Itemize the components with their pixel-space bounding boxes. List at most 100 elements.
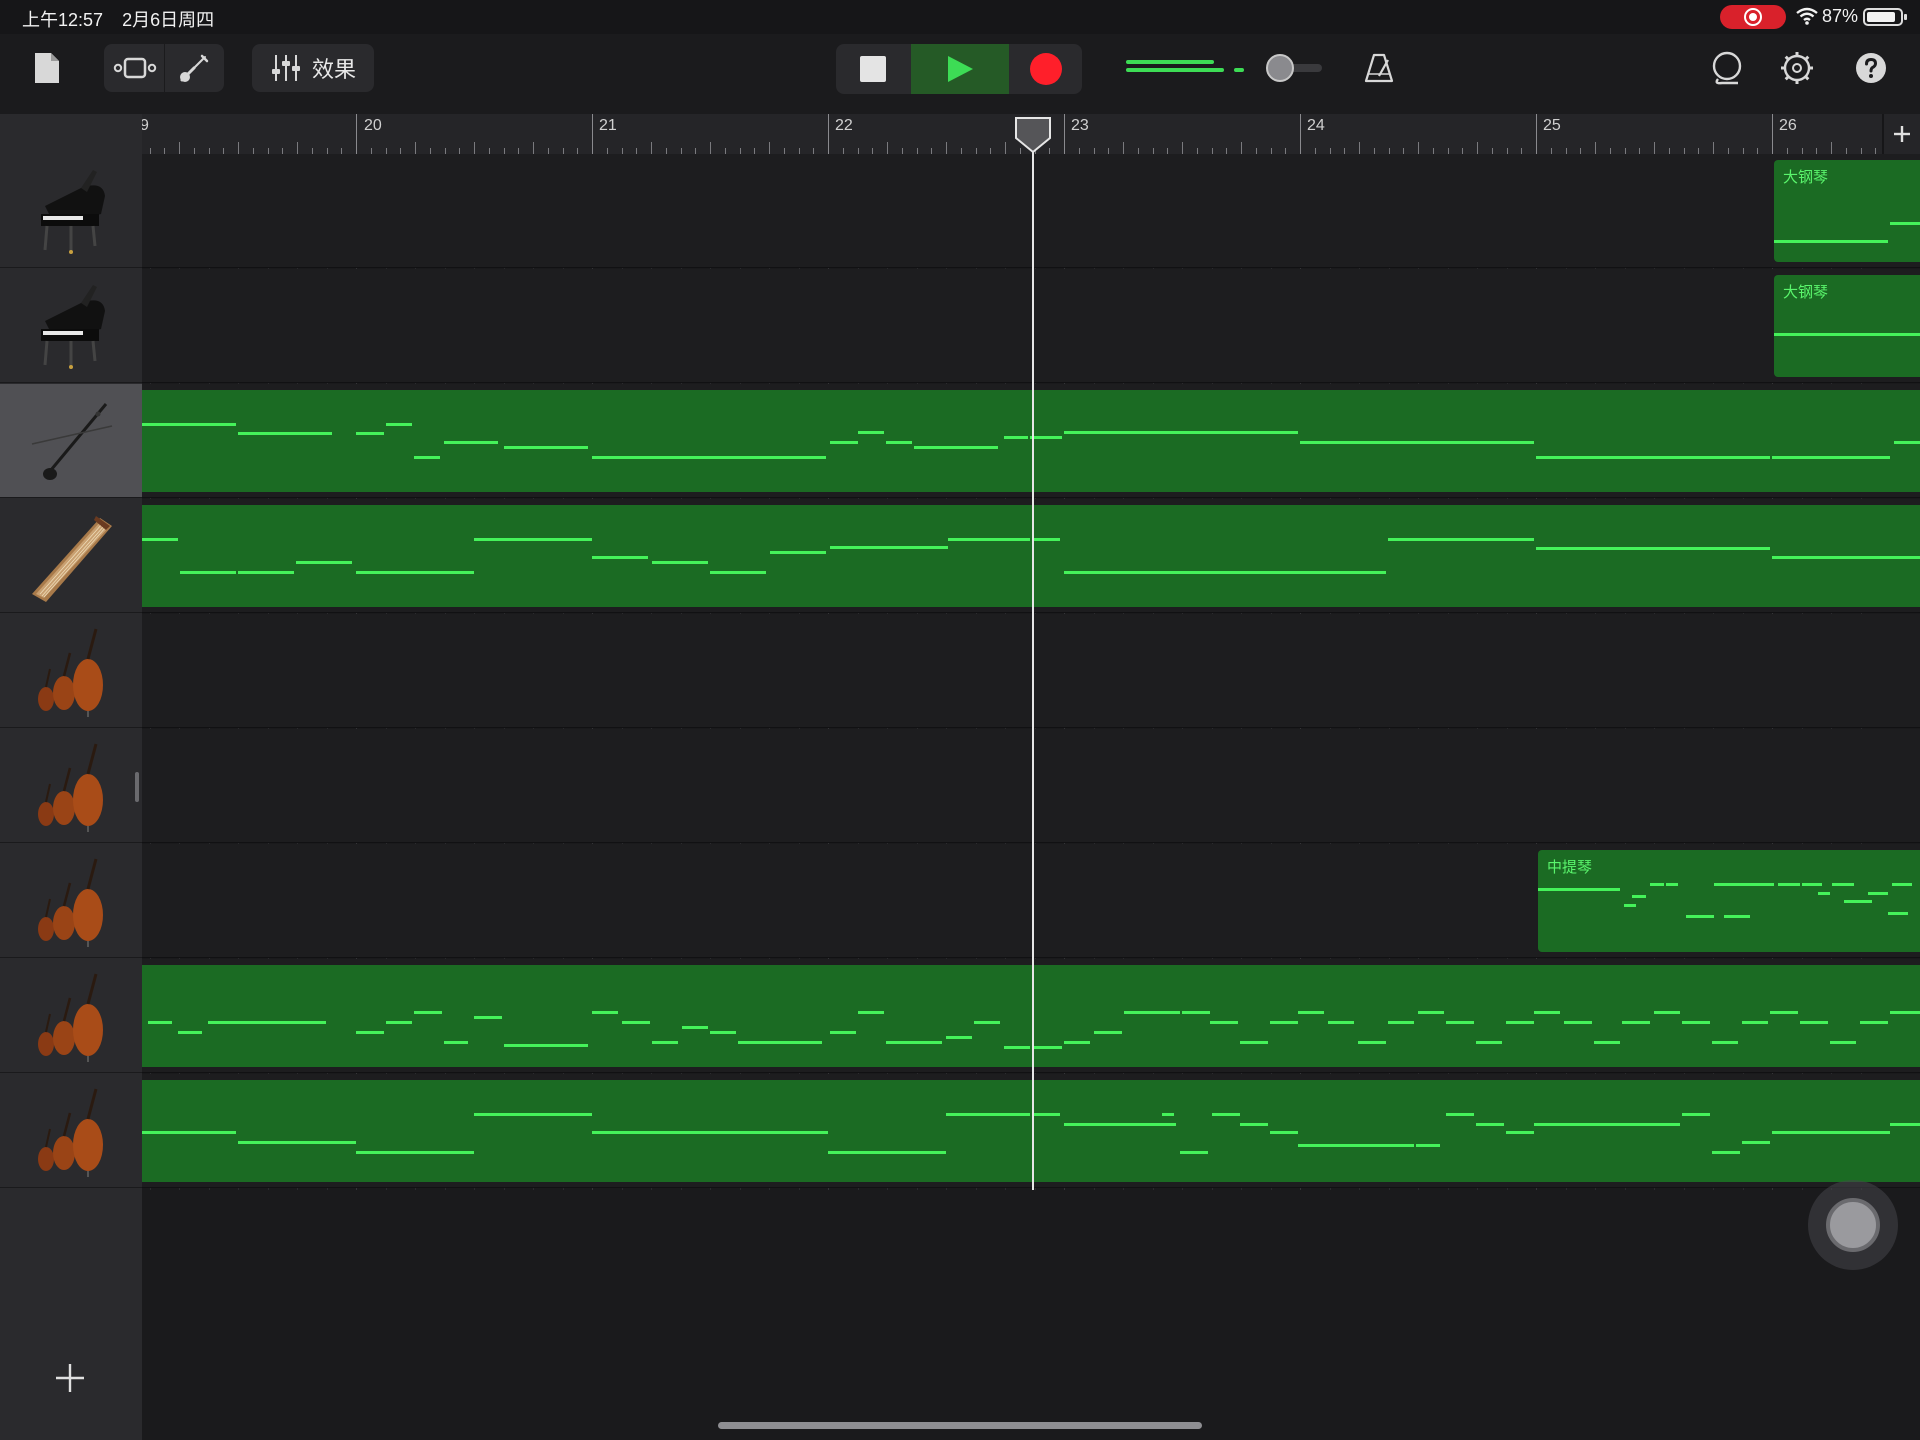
midi-note: [1682, 1113, 1710, 1116]
volume-knob[interactable]: [1266, 54, 1294, 82]
screen-recording-indicator[interactable]: [1720, 5, 1786, 29]
effects-button[interactable]: 效果: [252, 44, 374, 92]
track-lane[interactable]: [142, 499, 1920, 613]
track-header-strings-1[interactable]: [0, 614, 142, 728]
track-header-strings-5[interactable]: [0, 1074, 142, 1188]
midi-note: [1624, 904, 1636, 907]
midi-note: [1802, 883, 1822, 886]
midi-note: [1476, 1123, 1504, 1126]
midi-note: [1034, 538, 1060, 541]
grand-piano-icon: [41, 284, 105, 369]
midi-note: [1534, 1123, 1652, 1126]
midi-note: [444, 1041, 468, 1044]
midi-note: [1506, 1021, 1534, 1024]
stop-button[interactable]: [836, 44, 910, 94]
record-button[interactable]: [1010, 44, 1082, 94]
track-header-erhu[interactable]: [0, 384, 142, 498]
midi-note: [1270, 1131, 1298, 1134]
track-header-piano-2[interactable]: [0, 269, 142, 383]
midi-region[interactable]: 中提琴: [1538, 850, 1920, 952]
midi-note: [1030, 436, 1062, 439]
play-icon: [948, 56, 973, 82]
song-settings-button[interactable]: [1776, 44, 1818, 92]
midi-note: [356, 432, 384, 435]
midi-note: [142, 1131, 236, 1134]
track-header-strings-4[interactable]: [0, 959, 142, 1073]
track-lane[interactable]: 中提琴: [142, 844, 1920, 958]
midi-region[interactable]: 大钢琴: [1774, 275, 1920, 377]
midi-note: [1416, 1144, 1440, 1147]
midi-note: [1652, 1123, 1680, 1126]
tracks-area[interactable]: 大钢琴 大钢琴 中提琴: [142, 154, 1920, 1440]
master-volume-slider[interactable]: [1126, 54, 1326, 82]
metronome-button[interactable]: [1358, 44, 1400, 92]
midi-note: [238, 571, 294, 574]
midi-note: [1476, 1041, 1502, 1044]
track-lane[interactable]: [142, 614, 1920, 728]
bar-number: 21: [599, 117, 617, 134]
play-button[interactable]: [911, 44, 1009, 94]
timeline-ruler[interactable]: 9 20 21 22 23 24 25 26: [142, 114, 1882, 154]
midi-note: [1594, 1041, 1620, 1044]
midi-region[interactable]: 大钢琴: [1774, 160, 1920, 262]
midi-note: [1714, 883, 1774, 886]
midi-region[interactable]: [142, 505, 1920, 607]
assistive-touch-button[interactable]: [1808, 1180, 1898, 1270]
help-button[interactable]: [1850, 44, 1892, 92]
plus-icon: [56, 1364, 84, 1392]
midi-note: [710, 571, 766, 574]
browser-view-button[interactable]: [106, 44, 164, 92]
midi-note: [1418, 1011, 1444, 1014]
midi-note: [238, 432, 332, 435]
midi-note: [1890, 222, 1920, 225]
track-header-strings-3[interactable]: [0, 844, 142, 958]
midi-note: [1210, 1021, 1238, 1024]
midi-note: [386, 423, 412, 426]
track-lane[interactable]: 大钢琴: [142, 269, 1920, 383]
midi-note: [1844, 900, 1872, 903]
track-lane[interactable]: [142, 1074, 1920, 1188]
playhead[interactable]: [1032, 136, 1034, 1190]
track-lane[interactable]: 大钢琴: [142, 154, 1920, 268]
midi-note: [770, 551, 826, 554]
midi-note: [1124, 1011, 1180, 1014]
track-lane[interactable]: [142, 384, 1920, 498]
my-songs-button[interactable]: [26, 44, 68, 92]
midi-note: [356, 1031, 384, 1034]
midi-note: [1034, 1113, 1060, 1116]
track-header-resize-handle[interactable]: [135, 772, 139, 802]
track-header-strings-2[interactable]: [0, 729, 142, 843]
midi-region[interactable]: [142, 390, 1920, 492]
midi-note: [974, 1021, 1000, 1024]
track-header-guzheng[interactable]: [0, 499, 142, 613]
midi-note: [1830, 1041, 1856, 1044]
region-name: 大钢琴: [1783, 169, 1829, 186]
battery-percentage: 87%: [1822, 6, 1859, 26]
loop-browser-button[interactable]: [1706, 44, 1748, 92]
track-lane[interactable]: [142, 959, 1920, 1073]
strings-ensemble-icon: [38, 973, 103, 1062]
add-track-button[interactable]: [50, 1358, 90, 1398]
midi-note: [444, 441, 498, 444]
midi-note: [1240, 1123, 1268, 1126]
midi-note: [504, 1044, 588, 1047]
midi-note: [1034, 1046, 1062, 1049]
midi-note: [1004, 436, 1028, 439]
midi-region[interactable]: [142, 965, 1920, 1067]
track-header-piano-1[interactable]: [0, 154, 142, 268]
midi-note: [1300, 441, 1534, 444]
midi-note: [1650, 883, 1664, 886]
home-indicator[interactable]: [718, 1422, 1202, 1429]
midi-region[interactable]: [142, 1080, 1920, 1182]
midi-note: [830, 441, 858, 444]
track-lane[interactable]: [142, 729, 1920, 843]
midi-note: [1778, 883, 1800, 886]
midi-note: [180, 571, 236, 574]
midi-note: [386, 1021, 412, 1024]
midi-note: [1742, 1021, 1768, 1024]
instrument-view-button[interactable]: [165, 44, 223, 92]
loop-icon: [1712, 51, 1742, 85]
playhead-handle[interactable]: [1014, 116, 1052, 154]
track-header-column: [0, 154, 142, 1440]
add-section-button[interactable]: [1884, 114, 1920, 154]
